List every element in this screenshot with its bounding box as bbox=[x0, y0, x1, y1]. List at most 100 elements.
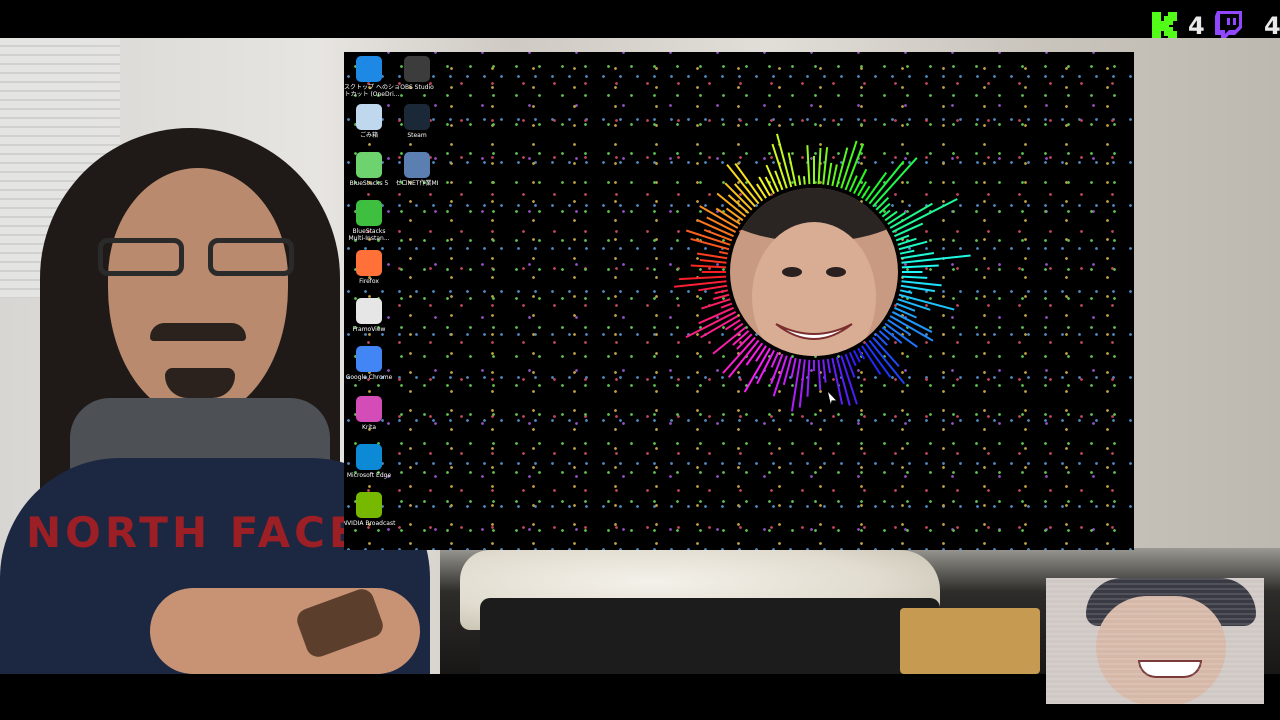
visualizer-bar bbox=[899, 249, 915, 255]
desktop-icon-framoview[interactable]: FramoView bbox=[344, 298, 394, 333]
krita-icon bbox=[356, 396, 382, 422]
obs-icon bbox=[404, 56, 430, 82]
visualizer-bar bbox=[822, 147, 829, 185]
desktop-icon-obs[interactable]: OBS Studio bbox=[392, 56, 442, 91]
visualizer-bar bbox=[698, 284, 728, 292]
visualizer-bar bbox=[797, 175, 802, 186]
app-window-icon bbox=[404, 152, 430, 178]
bluestacks-icon bbox=[356, 152, 382, 178]
visualizer-bar bbox=[690, 237, 730, 251]
visualizer-bar bbox=[696, 252, 728, 260]
desktop-icon-grid: デスクトップ へのショ ートカット (OneDri... OBS Studio ごみ箱… bbox=[344, 52, 444, 550]
visualizer-bar bbox=[831, 357, 844, 405]
desktop-icon-label: Google Chrome bbox=[345, 374, 393, 381]
visualizer-bar bbox=[703, 228, 733, 242]
visualizer-bar bbox=[900, 284, 936, 293]
visualizer-bar bbox=[736, 333, 753, 350]
onedrive-icon bbox=[356, 56, 382, 82]
visualizer-bar bbox=[718, 250, 729, 255]
visualizer-bar bbox=[802, 176, 806, 185]
visualizer-bar bbox=[712, 293, 730, 300]
visualizer-bar bbox=[900, 252, 935, 260]
desktop-icon-recycle[interactable]: ごみ箱 bbox=[344, 104, 394, 139]
nvidia-icon bbox=[356, 492, 382, 518]
visualizer-bar bbox=[678, 275, 727, 281]
recycle-bin-icon bbox=[356, 104, 382, 130]
visualizer-bar bbox=[899, 289, 913, 294]
visualizer-bar bbox=[765, 164, 780, 193]
desktop-icon-bluestacks5[interactable]: BlueStacks 5 bbox=[344, 152, 394, 187]
desktop-icon-label-line2: ートカット (OneDri... bbox=[344, 91, 400, 98]
visualizer-bar bbox=[831, 164, 838, 187]
desktop-icon-label: Firefox bbox=[359, 278, 379, 285]
glasses-lens-right bbox=[208, 238, 294, 276]
firefox-icon bbox=[356, 250, 382, 276]
sweater-logo-text: NORTH FACE bbox=[26, 508, 362, 557]
desktop-icon-label-line2: Multi-Instan... bbox=[348, 235, 390, 242]
chrome-icon bbox=[356, 346, 382, 372]
stream-bottom-bar bbox=[0, 674, 1046, 720]
desktop-icon-firefox[interactable]: Firefox bbox=[344, 250, 394, 285]
kick-viewer-count: 4 bbox=[1188, 12, 1205, 40]
visualizer-bar bbox=[853, 349, 861, 363]
visualizer-bar bbox=[881, 209, 891, 218]
desktop-icon-label: ごみ箱 bbox=[359, 132, 378, 139]
edge-icon bbox=[356, 444, 382, 470]
visualizer-bar bbox=[826, 162, 833, 186]
visualizer-bar bbox=[817, 359, 822, 391]
visualizer-bar bbox=[714, 289, 729, 295]
desktop-icon-steam[interactable]: Steam bbox=[392, 104, 442, 139]
desktop-icon-chrome[interactable]: Google Chrome bbox=[344, 346, 394, 381]
desktop-icon-nvidia[interactable]: NVIDIA Broadcast bbox=[344, 492, 395, 527]
visualizer-bar bbox=[848, 351, 857, 367]
visualizer-bar bbox=[806, 145, 811, 185]
visualizer-bar bbox=[868, 160, 905, 205]
visualizer-bar bbox=[901, 264, 939, 269]
desktop-icon-label: ゼロNET作業MI bbox=[395, 180, 439, 187]
visualizer-bar bbox=[734, 163, 764, 202]
desktop-icon-label: FramoView bbox=[352, 326, 386, 333]
desktop-icon-label: BlueStacks 5 bbox=[349, 180, 389, 187]
visualizer-bar bbox=[701, 298, 731, 310]
visualizer-bar bbox=[790, 357, 797, 378]
audio-visualizer bbox=[673, 133, 971, 412]
visualizer-bar bbox=[732, 330, 750, 346]
glasses bbox=[98, 238, 298, 278]
desktop-capture: デスクトップ へのショ ートカット (OneDri... OBS Studio ごみ箱… bbox=[344, 52, 1134, 550]
desktop-icon-bluestacks-multi[interactable]: BlueStacks Multi-Instan... bbox=[344, 200, 394, 242]
pip-glitch-overlay bbox=[1046, 578, 1264, 704]
visualizer-bar bbox=[727, 339, 760, 378]
visualizer-bar bbox=[835, 147, 849, 188]
visualizer-bar bbox=[897, 298, 931, 311]
visualizer-bar bbox=[822, 359, 827, 383]
pip-camera bbox=[1046, 578, 1264, 704]
framoview-icon bbox=[356, 298, 382, 324]
visualizer-bar bbox=[712, 326, 747, 355]
visualizer-bar bbox=[901, 280, 942, 287]
chair bbox=[480, 598, 940, 674]
desktop-icon-pixiv[interactable]: ゼロNET作業MI bbox=[392, 152, 442, 187]
visualizer-bar bbox=[853, 168, 868, 195]
desktop-icon-edge[interactable]: Microsoft Edge bbox=[344, 444, 394, 479]
visualizer-bar bbox=[901, 275, 928, 279]
visualizer-bar bbox=[758, 176, 771, 197]
desktop-icon-label: Krita bbox=[361, 424, 377, 431]
desktop-icon-label: OBS Studio bbox=[400, 84, 434, 91]
desktop-icon-krita[interactable]: Krita bbox=[344, 396, 394, 431]
visualizer-bar bbox=[817, 147, 822, 185]
visualizer-bar bbox=[826, 358, 831, 374]
bluestacks-multi-icon bbox=[356, 200, 382, 226]
visualizer-bar bbox=[720, 302, 733, 309]
desk bbox=[900, 608, 1040, 674]
visualizer-bar bbox=[887, 211, 906, 225]
visualizer-bar bbox=[725, 207, 744, 222]
desktop-icon-label: Steam bbox=[407, 132, 427, 139]
visualizer-bar bbox=[868, 339, 906, 385]
visualizer-bar bbox=[806, 359, 811, 397]
desktop-icon-onedrive[interactable]: デスクトップ へのショ ートカット (OneDri... bbox=[344, 56, 400, 98]
visualizer-bar bbox=[699, 259, 727, 264]
visualizer-bar bbox=[770, 353, 784, 385]
visualizer-bar bbox=[743, 347, 771, 393]
visualizer-bar bbox=[895, 234, 910, 242]
twitch-viewer-count: 4 bbox=[1264, 12, 1280, 40]
